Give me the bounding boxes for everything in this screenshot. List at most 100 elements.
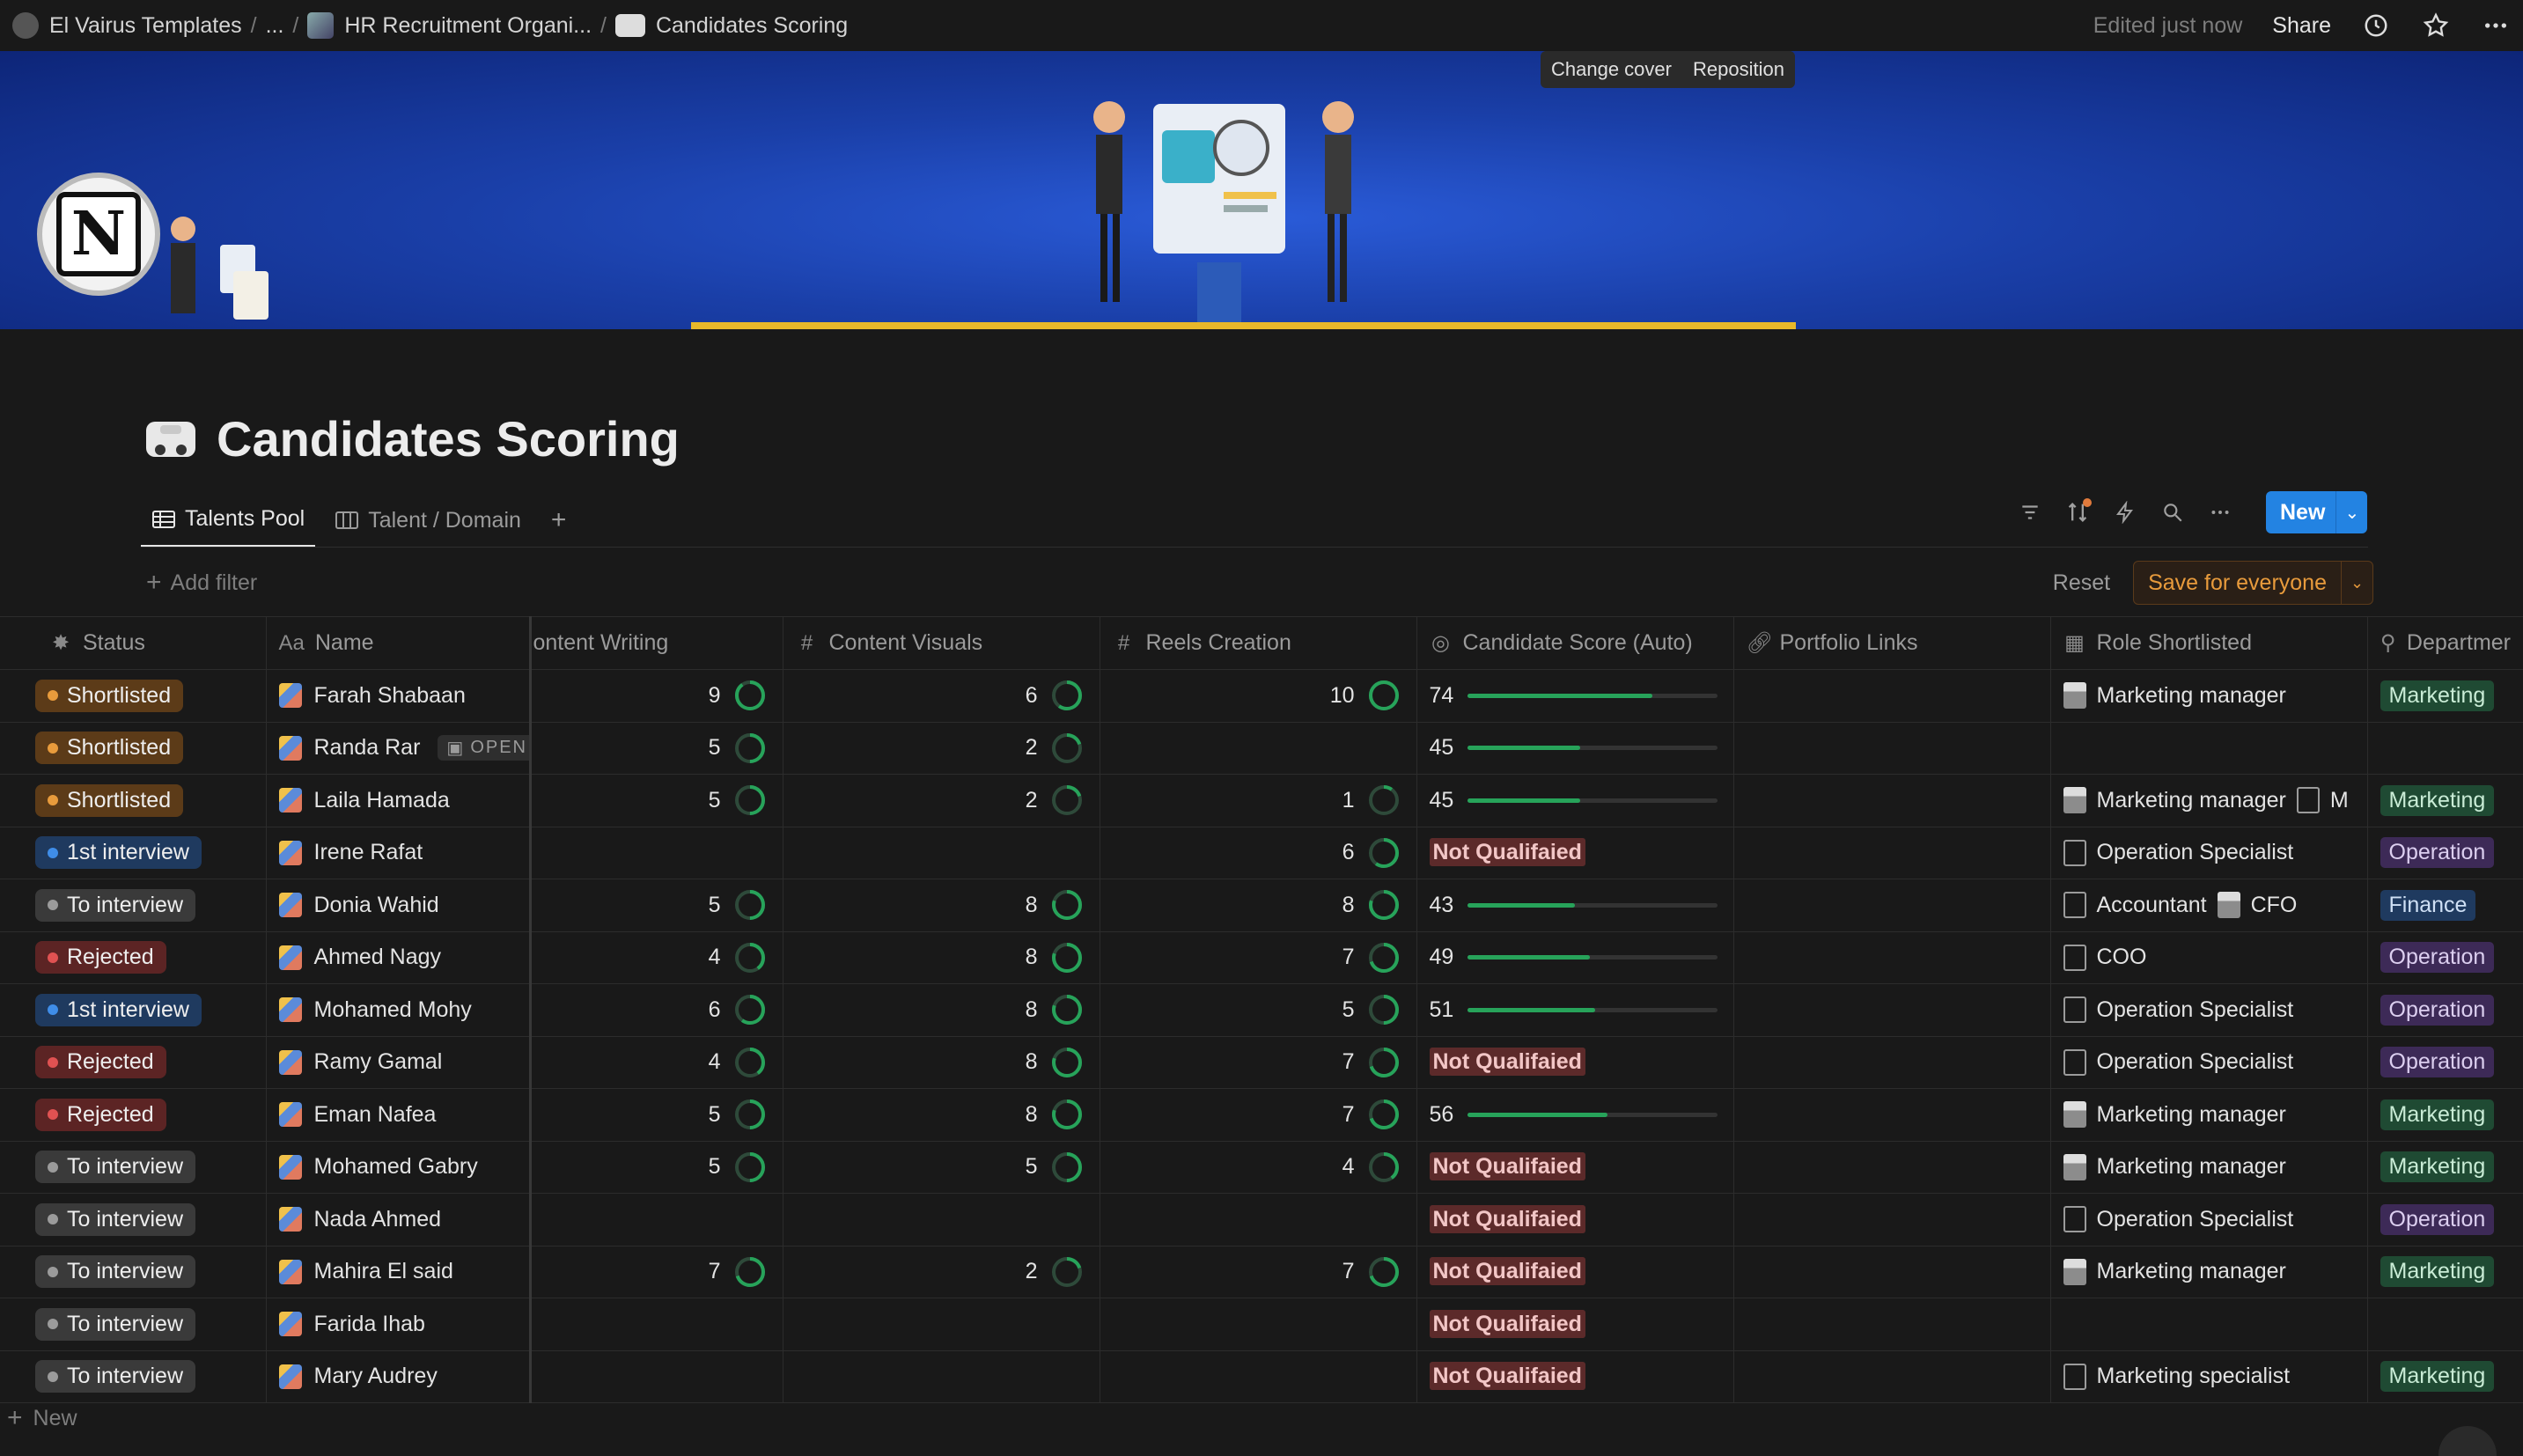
column-header-department[interactable]: ⚲ Departmer (2367, 616, 2523, 670)
name-cell[interactable]: Mary Audrey (266, 1350, 532, 1403)
role-link[interactable]: Marketing manager (2097, 1259, 2286, 1284)
content-writing-cell[interactable] (530, 1193, 783, 1246)
status-cell[interactable]: Rejected (0, 931, 267, 984)
role-cell[interactable] (2050, 1298, 2368, 1351)
role-cell[interactable]: COO (2050, 931, 2368, 984)
table-row[interactable]: Rejected Eman Nafea 5 8 7 56 Marketing manager… (0, 1088, 2523, 1142)
portfolio-cell[interactable] (1733, 1298, 2051, 1351)
name-cell[interactable]: Nada Ahmed (266, 1193, 532, 1246)
name-cell[interactable]: Irene Rafat (266, 827, 532, 879)
portfolio-cell[interactable] (1733, 1193, 2051, 1246)
history-icon[interactable] (2361, 11, 2391, 40)
reels-creation-cell[interactable]: 7 (1100, 1246, 1417, 1298)
content-writing-cell[interactable]: 5 (530, 879, 783, 932)
role-cell[interactable]: Marketing manager (2050, 1141, 2368, 1194)
role-link[interactable]: M (2330, 788, 2349, 813)
department-cell[interactable]: Marketing (2367, 669, 2523, 723)
more-icon[interactable] (2481, 11, 2511, 40)
candidate-name[interactable]: Laila Hamada (314, 788, 450, 813)
role-cell[interactable]: Accountant CFO (2050, 879, 2368, 932)
reposition-button[interactable]: Reposition (1682, 51, 1795, 88)
content-writing-cell[interactable]: 5 (530, 1088, 783, 1142)
candidate-score-cell[interactable]: Not Qualifaied (1416, 1193, 1734, 1246)
table-row[interactable]: To interview Nada Ahmed Not Qualifaied Oper… (0, 1193, 2523, 1246)
reset-button[interactable]: Reset (2053, 570, 2110, 596)
name-cell[interactable]: Farida Ihab (266, 1298, 532, 1351)
candidate-score-cell[interactable]: 45 (1416, 722, 1734, 775)
candidate-score-cell[interactable]: Not Qualifaied (1416, 1246, 1734, 1298)
department-cell[interactable]: Marketing (2367, 1350, 2523, 1403)
portfolio-cell[interactable] (1733, 827, 2051, 879)
role-cell[interactable]: Marketing specialist (2050, 1350, 2368, 1403)
content-visuals-cell[interactable] (783, 1298, 1100, 1351)
table-row[interactable]: To interview Mary Audrey Not Qualifaied Mar… (0, 1350, 2523, 1403)
content-visuals-cell[interactable]: 5 (783, 1141, 1100, 1194)
candidate-name[interactable]: Ahmed Nagy (314, 945, 442, 970)
open-page-button[interactable]: ▣ OPEN (438, 735, 527, 761)
role-cell[interactable]: Marketing manager (2050, 1246, 2368, 1298)
search-icon[interactable] (2159, 498, 2187, 526)
reels-creation-cell[interactable] (1100, 722, 1417, 775)
portfolio-cell[interactable] (1733, 1141, 2051, 1194)
more-icon[interactable] (2206, 498, 2234, 526)
star-icon[interactable] (2421, 11, 2451, 40)
candidate-name[interactable]: Ramy Gamal (314, 1049, 443, 1075)
status-cell[interactable]: Rejected (0, 1088, 267, 1142)
page-title[interactable]: Candidates Scoring (217, 410, 680, 467)
content-writing-cell[interactable]: 5 (530, 1141, 783, 1194)
reels-creation-cell[interactable]: 10 (1100, 669, 1417, 723)
add-filter-button[interactable]: + Add filter (146, 568, 257, 598)
share-button[interactable]: Share (2272, 13, 2331, 39)
candidate-score-cell[interactable]: 45 (1416, 774, 1734, 827)
reels-creation-cell[interactable]: 4 (1100, 1141, 1417, 1194)
department-cell[interactable] (2367, 1298, 2523, 1351)
role-link[interactable]: COO (2097, 945, 2147, 970)
reels-creation-cell[interactable] (1100, 1298, 1417, 1351)
add-view-icon[interactable]: + (541, 505, 577, 535)
breadcrumb-item-hr[interactable]: HR Recruitment Organi... (307, 12, 592, 39)
portfolio-cell[interactable] (1733, 722, 2051, 775)
content-writing-cell[interactable] (530, 1350, 783, 1403)
content-visuals-cell[interactable]: 2 (783, 1246, 1100, 1298)
column-header-portfolio[interactable]: 🔗︎ Portfolio Links (1733, 616, 2051, 670)
candidate-score-cell[interactable]: 49 (1416, 931, 1734, 984)
tab-talents-pool[interactable]: Talents Pool (141, 493, 316, 548)
content-visuals-cell[interactable]: 8 (783, 1088, 1100, 1142)
column-header-reels-creation[interactable]: # Reels Creation (1100, 616, 1417, 670)
portfolio-cell[interactable] (1733, 1088, 2051, 1142)
reels-creation-cell[interactable]: 5 (1100, 983, 1417, 1037)
role-cell[interactable]: Operation Specialist (2050, 983, 2368, 1037)
reels-creation-cell[interactable]: 7 (1100, 931, 1417, 984)
portfolio-cell[interactable] (1733, 879, 2051, 932)
filter-icon[interactable] (2016, 498, 2044, 526)
department-cell[interactable]: Operation (2367, 827, 2523, 879)
role-cell[interactable]: Operation Specialist (2050, 827, 2368, 879)
help-button[interactable] (2438, 1426, 2497, 1456)
reels-creation-cell[interactable]: 7 (1100, 1036, 1417, 1089)
content-visuals-cell[interactable]: 2 (783, 722, 1100, 775)
content-visuals-cell[interactable]: 8 (783, 879, 1100, 932)
role-cell[interactable]: Marketing manager (2050, 669, 2368, 723)
portfolio-cell[interactable] (1733, 669, 2051, 723)
reels-creation-cell[interactable]: 7 (1100, 1088, 1417, 1142)
save-for-everyone-button[interactable]: Save for everyone ⌄ (2133, 561, 2373, 605)
content-visuals-cell[interactable]: 2 (783, 774, 1100, 827)
candidate-name[interactable]: Donia Wahid (314, 893, 439, 918)
candidate-score-cell[interactable]: Not Qualifaied (1416, 1036, 1734, 1089)
content-writing-cell[interactable]: 9 (530, 669, 783, 723)
portfolio-cell[interactable] (1733, 983, 2051, 1037)
candidate-score-cell[interactable]: Not Qualifaied (1416, 1298, 1734, 1351)
content-writing-cell[interactable]: 7 (530, 1246, 783, 1298)
content-writing-cell[interactable]: 6 (530, 983, 783, 1037)
status-cell[interactable]: Shortlisted (0, 722, 267, 775)
role-cell[interactable]: Marketing manager (2050, 1088, 2368, 1142)
candidate-name[interactable]: Irene Rafat (314, 840, 423, 865)
role-cell[interactable]: Operation Specialist (2050, 1193, 2368, 1246)
table-row[interactable]: Shortlisted Farah Shabaan 9 6 10 74 Marketing … (0, 669, 2523, 723)
breadcrumb-item-current[interactable]: Candidates Scoring (614, 13, 848, 39)
table-row[interactable]: Shortlisted Randa Rar ▣ OPEN 5 2 45 (0, 722, 2523, 775)
role-link[interactable]: Operation Specialist (2097, 1049, 2294, 1075)
content-visuals-cell[interactable] (783, 1350, 1100, 1403)
role-cell[interactable] (2050, 722, 2368, 775)
name-cell[interactable]: Farah Shabaan (266, 669, 532, 723)
